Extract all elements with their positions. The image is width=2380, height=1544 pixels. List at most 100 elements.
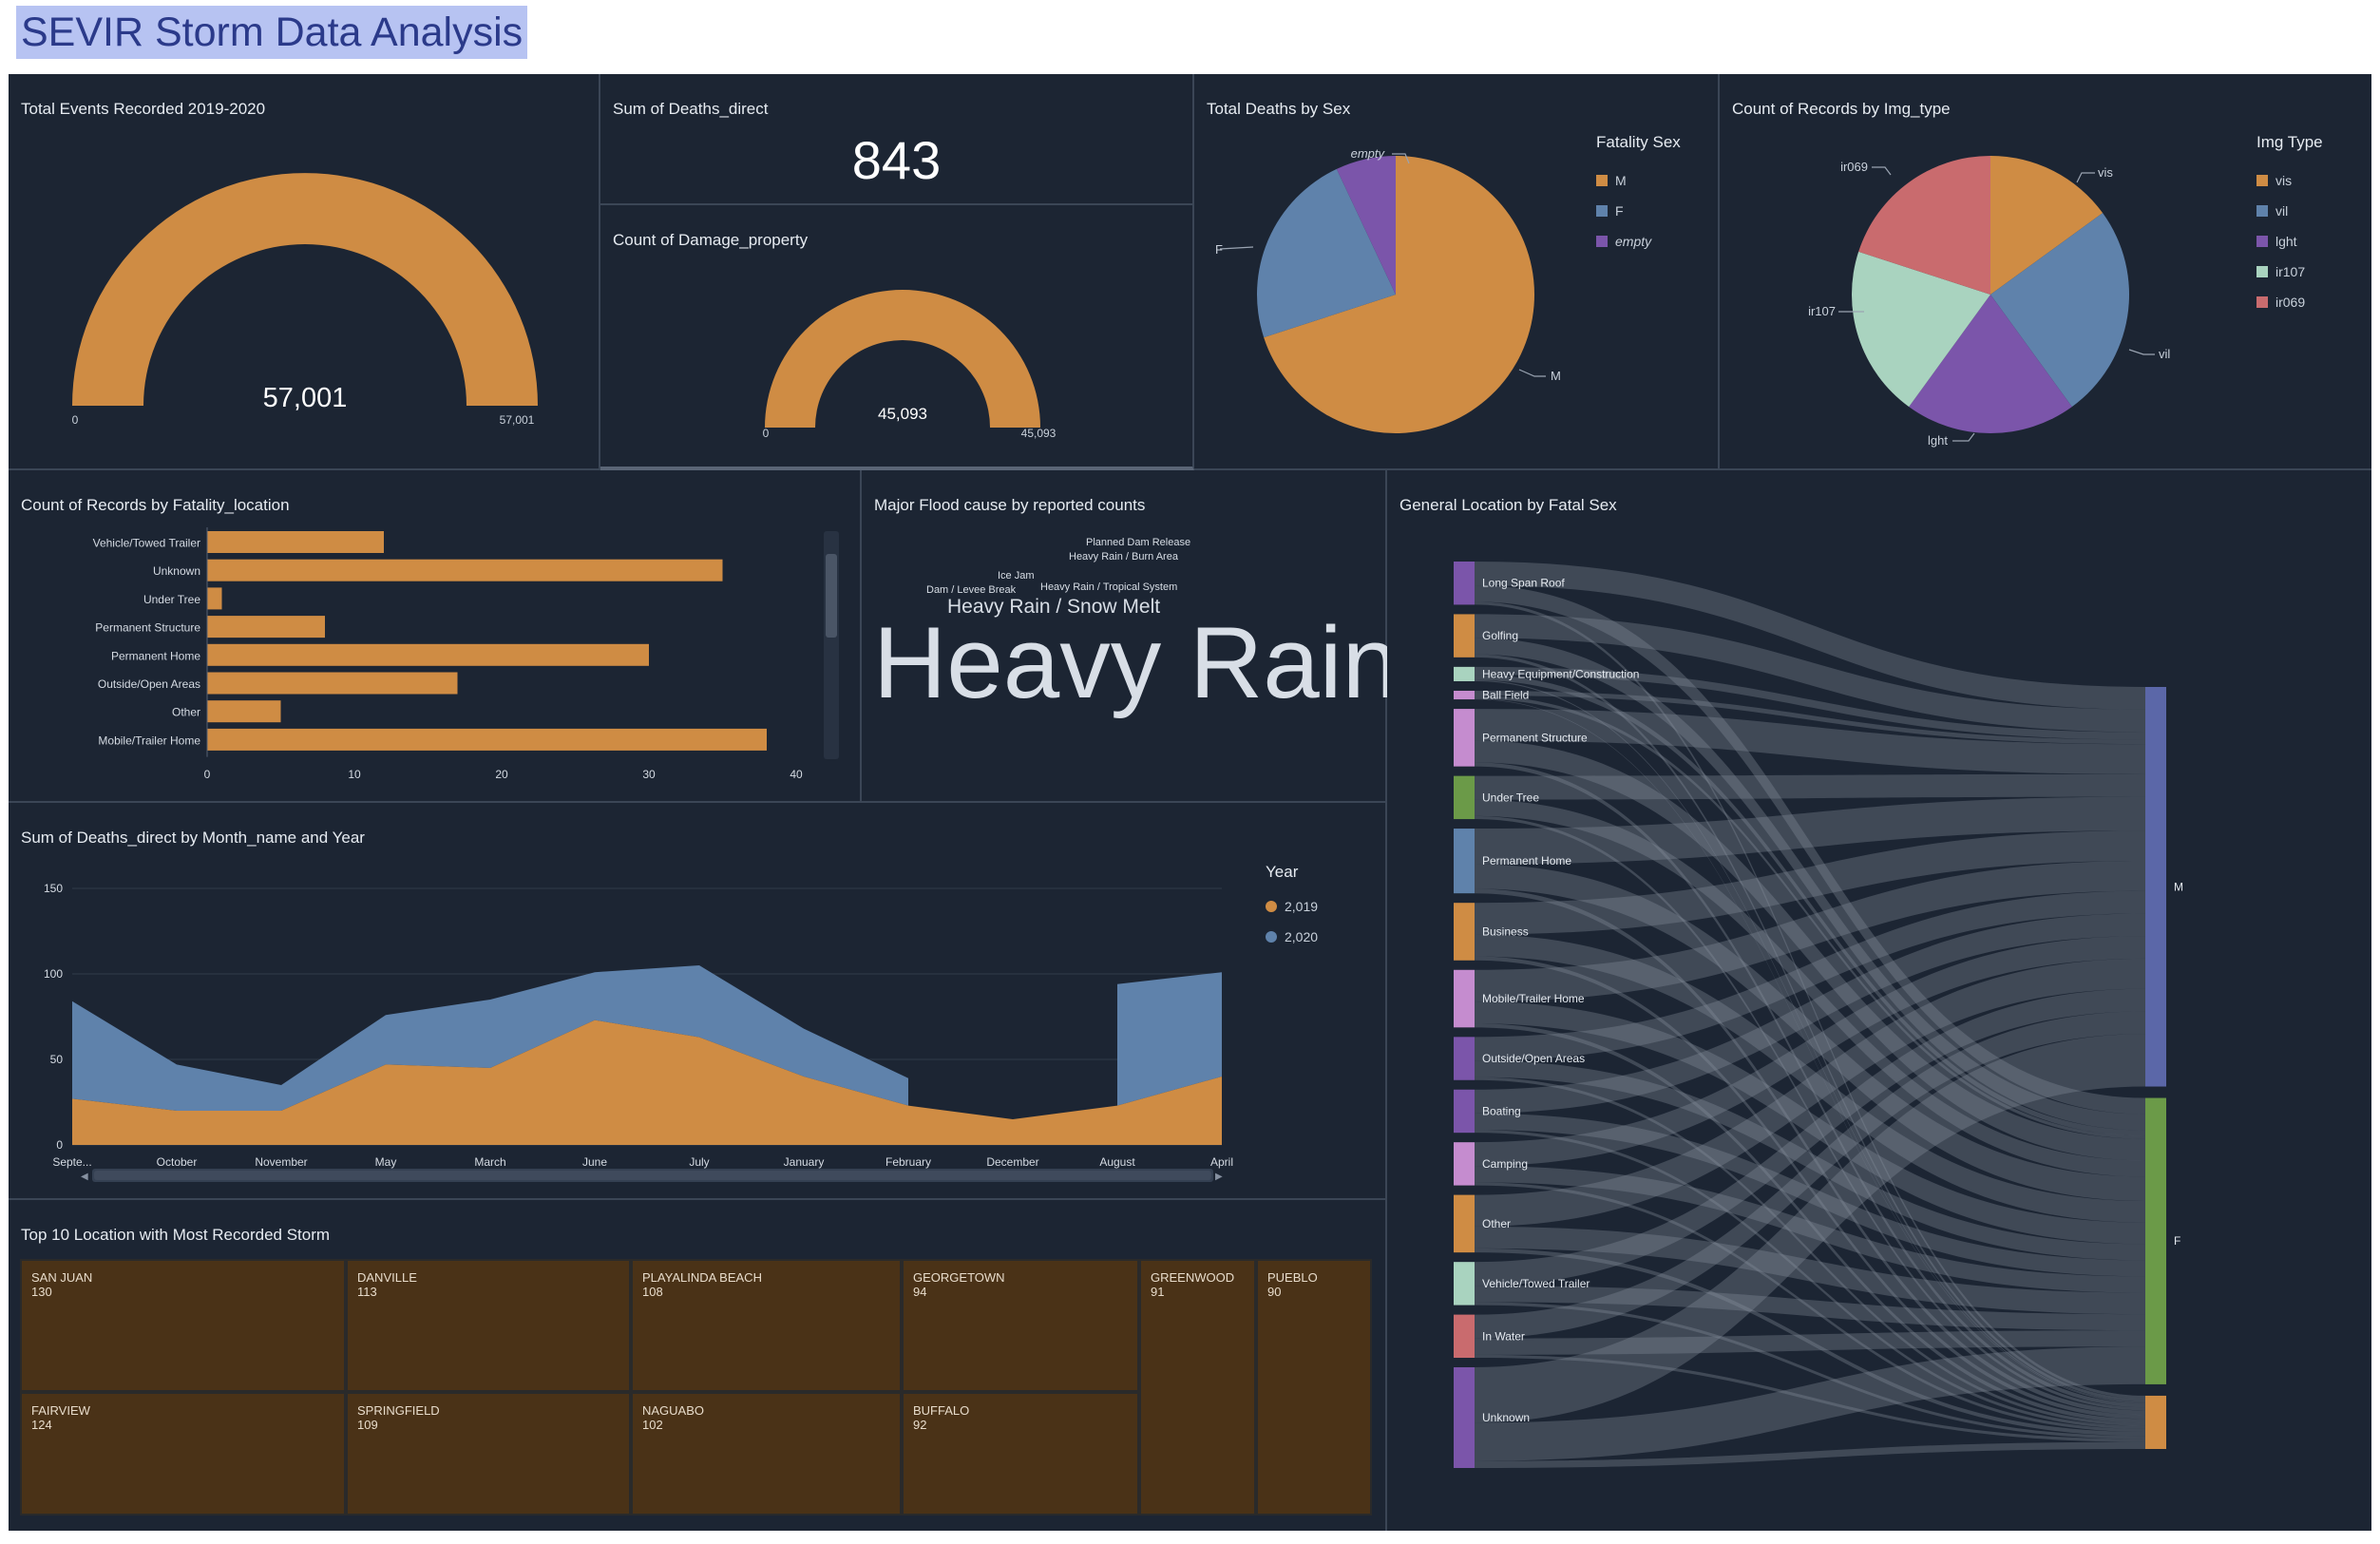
- treemap-tile[interactable]: SPRINGFIELD 109: [346, 1392, 631, 1515]
- sankey-source-label: Other: [1482, 1217, 1511, 1230]
- x-tick-label: November: [255, 1155, 307, 1169]
- sankey-source-label: Long Span Roof: [1482, 577, 1565, 590]
- pie-label: F: [1215, 242, 1223, 257]
- sankey-target-label: M: [2174, 880, 2183, 893]
- tile-name: BUFFALO: [913, 1403, 970, 1418]
- legend-item-vil[interactable]: vil: [2256, 196, 2323, 226]
- tile-name: SAN JUAN: [31, 1270, 93, 1285]
- x-tick-label: 0: [204, 768, 211, 781]
- gauge-arc: [72, 173, 538, 406]
- sankey-source-label: In Water: [1482, 1329, 1525, 1343]
- y-tick-label: 0: [56, 1138, 63, 1152]
- deaths-by-sex-panel[interactable]: Total Deaths by Sex empty F M Fatality S…: [1194, 74, 1720, 470]
- tile-name: SPRINGFIELD: [357, 1403, 440, 1418]
- pie-slices: [1852, 156, 2129, 434]
- legend-swatch: [2256, 296, 2268, 308]
- scroll-right-arrow[interactable]: ▶: [1215, 1172, 1223, 1182]
- sankey-links: [1475, 562, 2145, 1468]
- category-labels: Vehicle/Towed Trailer Unknown Under Tree Pe…: [93, 537, 201, 748]
- sankey-source-label: Unknown: [1482, 1411, 1530, 1424]
- deaths-by-month-area-chart: 0 50 100 150 Septe... October November May Marc…: [44, 882, 1233, 1182]
- gauge-min: 0: [72, 413, 79, 427]
- tile-name: NAGUABO: [642, 1403, 705, 1418]
- top10-panel[interactable]: Top 10 Location with Most Recorded Storm…: [9, 1200, 1387, 1531]
- scroll-thumb[interactable]: [826, 554, 837, 638]
- tile-value: 124: [31, 1418, 52, 1432]
- legend-item-m[interactable]: M: [1596, 165, 1681, 196]
- sankey-source-node: [1454, 562, 1475, 605]
- y-tick-label: 100: [44, 967, 63, 981]
- treemap-tile[interactable]: NAGUABO 102: [631, 1392, 902, 1515]
- legend: Fatality Sex M F empty: [1596, 133, 1681, 257]
- x-tick-label: January: [784, 1155, 825, 1169]
- legend-swatch: [1266, 931, 1277, 943]
- tile-name: FAIRVIEW: [31, 1403, 90, 1418]
- tile-value: 109: [357, 1418, 378, 1432]
- page-title: SEVIR Storm Data Analysis: [16, 6, 528, 59]
- damage-property-gauge: 45,093 0 45,093: [763, 290, 1057, 440]
- damage-property-panel[interactable]: Count of Damage_property 45,093 0 45,093: [600, 205, 1194, 470]
- img-type-panel[interactable]: Count of Records by Img_type ir069 vis i…: [1720, 74, 2371, 470]
- legend-item-2019[interactable]: 2,019: [1266, 891, 1318, 922]
- sankey-source-label: Golfing: [1482, 629, 1518, 642]
- sankey-source-label: Business: [1482, 924, 1529, 938]
- legend-item-lght[interactable]: lght: [2256, 226, 2323, 257]
- deaths-by-month-panel[interactable]: Sum of Deaths_direct by Month_name and Y…: [9, 803, 1387, 1200]
- bar: [207, 587, 222, 610]
- category-label: Unknown: [153, 564, 200, 578]
- fatality-location-panel[interactable]: Count of Records by Fatality_location Ve…: [9, 470, 862, 803]
- x-tick-label: June: [582, 1155, 607, 1169]
- deaths-direct-kpi-panel[interactable]: Sum of Deaths_direct 843: [600, 74, 1194, 205]
- legend-item-vis[interactable]: vis: [2256, 165, 2323, 196]
- legend-item-empty[interactable]: empty: [1596, 226, 1681, 257]
- treemap-tile[interactable]: DANVILLE 113: [346, 1259, 631, 1392]
- bar: [207, 559, 723, 581]
- legend-swatch: [2256, 236, 2268, 247]
- sankey-source-label: Heavy Equipment/Construction: [1482, 667, 1639, 680]
- legend-swatch: [2256, 266, 2268, 277]
- legend-item-ir069[interactable]: ir069: [2256, 287, 2323, 317]
- y-tick-label: 50: [50, 1053, 64, 1066]
- y-tick-label: 150: [44, 882, 63, 895]
- scroll-thumb[interactable]: [94, 1171, 1211, 1180]
- total-events-panel[interactable]: Total Events Recorded 2019-2020 57,001 0…: [9, 74, 600, 470]
- legend: Year 2,019 2,020: [1266, 863, 1318, 952]
- category-label: Vehicle/Towed Trailer: [93, 537, 200, 550]
- treemap-tile[interactable]: GREENWOOD 91: [1139, 1259, 1256, 1515]
- legend-item-ir107[interactable]: ir107: [2256, 257, 2323, 287]
- scroll-left-arrow[interactable]: ◀: [81, 1172, 88, 1182]
- legend-label: lght: [2275, 234, 2297, 249]
- total-events-gauge: 57,001 0 57,001: [72, 173, 538, 427]
- tile-name: GREENWOOD: [1151, 1270, 1235, 1285]
- flood-cause-panel[interactable]: Major Flood cause by reported counts Pla…: [862, 470, 1399, 803]
- category-label: Permanent Home: [111, 649, 200, 662]
- gauge-value: 57,001: [263, 383, 348, 413]
- vertical-scrollbar[interactable]: [824, 531, 839, 759]
- legend-label: M: [1615, 173, 1627, 188]
- treemap-tile[interactable]: PLAYALINDA BEACH 108: [631, 1259, 902, 1392]
- treemap-tile[interactable]: PUEBLO 90: [1256, 1259, 1372, 1515]
- legend-swatch: [1596, 175, 1608, 186]
- legend-label: empty: [1615, 234, 1652, 249]
- gauge-max: 45,093: [1021, 427, 1057, 440]
- sankey-source-node: [1454, 709, 1475, 767]
- sankey-target-node: [2145, 687, 2166, 1087]
- sankey-source-label: Outside/Open Areas: [1482, 1052, 1585, 1065]
- category-label: Under Tree: [143, 593, 200, 606]
- legend-swatch: [1266, 901, 1277, 912]
- x-tick-label: July: [689, 1155, 709, 1169]
- treemap-tile[interactable]: GEORGETOWN 94: [902, 1259, 1139, 1392]
- x-tick-label: February: [885, 1155, 931, 1169]
- word-cloud-word: Heavy Rain / Burn Area: [1069, 551, 1178, 562]
- treemap-tile[interactable]: SAN JUAN 130: [20, 1259, 346, 1392]
- sankey-panel[interactable]: General Location by Fatal Sex Long Span …: [1387, 470, 2371, 1531]
- legend-label: vil: [2275, 203, 2289, 219]
- pie-label: lght: [1928, 433, 1948, 448]
- legend-item-f[interactable]: F: [1596, 196, 1681, 226]
- legend-title: Fatality Sex: [1596, 133, 1681, 151]
- treemap-tile[interactable]: BUFFALO 92: [902, 1392, 1139, 1515]
- category-label: Other: [172, 706, 200, 719]
- legend-item-2020[interactable]: 2,020: [1266, 922, 1318, 952]
- treemap-tile[interactable]: FAIRVIEW 124: [20, 1392, 346, 1515]
- panel-title: Sum of Deaths_direct: [613, 100, 769, 118]
